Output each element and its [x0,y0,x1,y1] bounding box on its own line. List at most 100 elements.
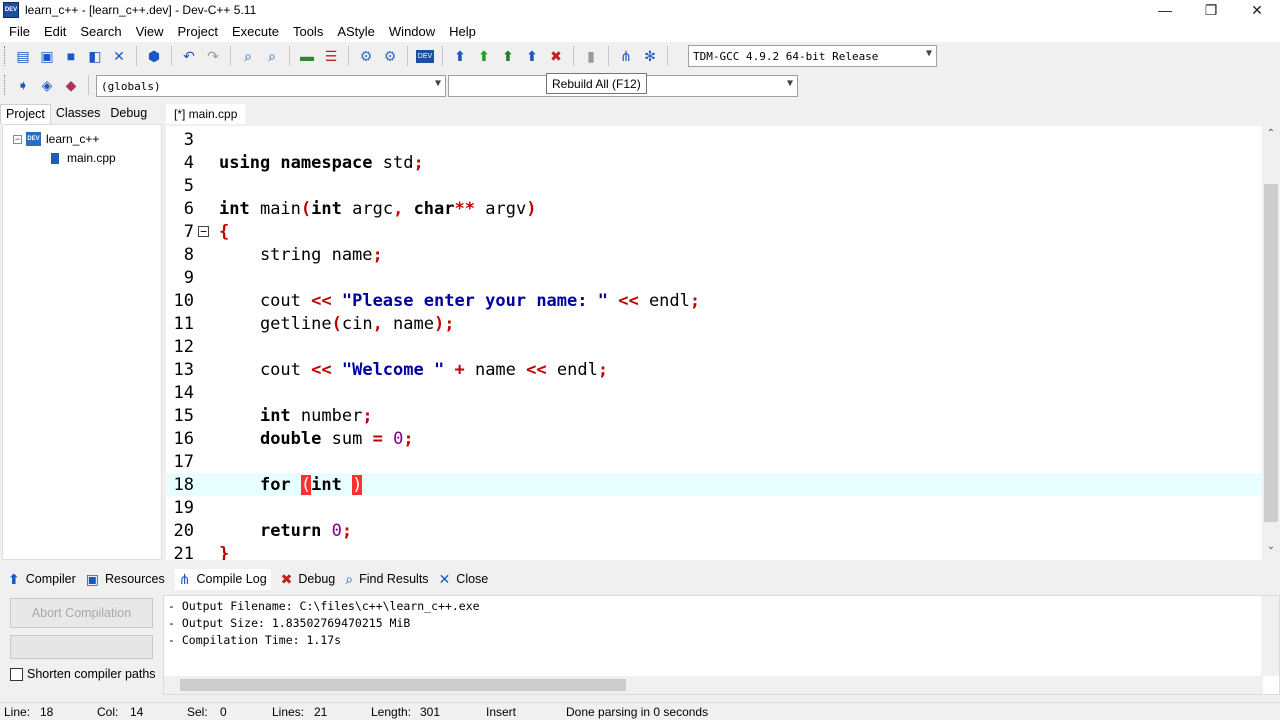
status-message: Done parsing in 0 seconds [566,705,709,719]
cpp-file-icon [51,152,59,164]
tab-compile-log[interactable]: ⋔ Compile Log [174,568,271,590]
code-line: 17 [166,450,1262,473]
line-number: 19 [173,497,194,518]
tab-close[interactable]: ✕ Close [439,571,489,588]
chevron-down-icon: ▼ [434,78,441,89]
code-line: 3 [166,128,1262,151]
print-icon[interactable]: ⬢ [144,45,164,67]
tab-debug[interactable]: Debug [105,104,152,124]
tab-compiler[interactable]: ⬆ Compiler [8,571,76,588]
compile-log-output[interactable]: - Output Filename: C:\files\c++\learn_c+… [163,595,1280,695]
profile-delete-icon[interactable]: ✻ [640,45,660,67]
undo-icon[interactable]: ↶ [179,45,199,67]
menu-astyle[interactable]: AStyle [330,24,382,39]
tree-project-node[interactable]: − DEV learn_c++ [13,132,99,146]
scroll-down-icon[interactable]: ⌄ [1262,541,1280,558]
line-number: 10 [173,290,194,311]
line-number: 8 [183,244,194,265]
tree-file-node[interactable]: main.cpp [51,151,116,165]
code-line: 13 cout << "Welcome " + name << endl; [166,358,1262,381]
menu-help[interactable]: Help [442,24,483,39]
line-number: 6 [183,198,194,219]
tab-resources[interactable]: ▣ Resources [86,571,165,588]
new-file-icon[interactable]: ▤ [13,45,33,67]
collapse-icon[interactable]: − [13,134,22,144]
tab-classes[interactable]: Classes [51,104,105,124]
tab-debug-bottom[interactable]: ✖ Debug [281,571,336,588]
menu-search[interactable]: Search [73,24,128,39]
goto-definition-icon[interactable]: ◈ [37,74,57,96]
menu-tools[interactable]: Tools [286,24,330,39]
class-browser-icon[interactable]: ◆ [61,74,81,96]
code-line: 12 [166,335,1262,358]
redo-icon[interactable]: ↷ [203,45,223,67]
close-window-button[interactable]: ✕ [1234,0,1280,20]
status-sel: 0 [220,705,227,719]
debug-toolbar-icon[interactable]: ✖ [546,45,566,67]
shorten-paths-option[interactable]: Shorten compiler paths [10,667,156,681]
save-icon[interactable]: ■ [61,45,81,67]
log-scroll-thumb[interactable] [180,679,626,691]
goto-declaration-icon[interactable]: ➧ [13,74,33,96]
dev-icon[interactable]: DEV [415,45,435,67]
project-new-icon[interactable]: ⚙ [356,45,376,67]
code-line: 20 return 0; [166,519,1262,542]
editor-tab-main-cpp[interactable]: [*] main.cpp [166,104,246,124]
open-icon[interactable]: ▣ [37,45,57,67]
line-number: 14 [173,382,194,403]
shorten-paths-checkbox[interactable] [10,667,23,681]
code-editor[interactable]: 3 4 using namespace std; 5 6 int main(in… [166,126,1280,560]
editor-scroll-thumb[interactable] [1264,184,1278,522]
compiler-select[interactable]: TDM-GCC 4.9.2 64-bit Release ▼ [688,45,937,67]
code-line: 15 int number; [166,404,1262,427]
editor-vertical-scrollbar[interactable]: ⌃ ⌄ [1262,126,1280,560]
rebuild-all-icon[interactable]: ⬆ [522,45,542,67]
status-sel-label: Sel: [187,705,208,719]
restore-button[interactable]: ❐ [1188,0,1234,20]
profile-icon[interactable]: ⋔ [616,45,636,67]
resources-icon: ▣ [85,570,99,587]
tab-project[interactable]: Project [0,104,51,124]
menu-project[interactable]: Project [171,24,225,39]
code-line: 4 using namespace std; [166,151,1262,174]
line-number: 17 [173,451,194,472]
left-panel-tabs: Project Classes Debug [0,102,160,124]
code-line: 7 − { [166,220,1262,243]
scroll-up-icon[interactable]: ⌃ [1262,128,1280,145]
log-line: - Compilation Time: 1.17s [168,633,342,647]
globals-select[interactable]: (globals) ▼ [96,75,446,97]
unindent-icon[interactable]: ☰ [321,45,341,67]
run-icon[interactable]: ⬆ [474,45,494,67]
menu-execute[interactable]: Execute [225,24,286,39]
minimize-button[interactable]: — [1142,0,1188,20]
window-title: learn_c++ - [learn_c++.dev] - Dev-C++ 5.… [25,3,257,17]
menu-edit[interactable]: Edit [37,24,73,39]
find-icon[interactable]: ⌕ [238,45,258,67]
line-number: 4 [183,152,194,173]
stop-icon[interactable]: ▮ [581,45,601,67]
code-line: 11 getline(cin, name); [166,312,1262,335]
replace-icon[interactable]: ⌕ [262,45,282,67]
abort-compilation-button[interactable]: Abort Compilation [10,598,153,628]
menu-file[interactable]: File [2,24,37,39]
project-tree: − DEV learn_c++ main.cpp [2,124,162,560]
project-options-icon[interactable]: ⚙ [380,45,400,67]
fold-collapse-icon[interactable]: − [198,226,209,237]
close-file-icon[interactable]: ✕ [109,45,129,67]
line-number: 20 [173,520,194,541]
status-lines: 21 [314,705,328,719]
find-results-icon: ⌕ [345,570,354,587]
compile-run-icon[interactable]: ⬆ [498,45,518,67]
tab-find-results[interactable]: ⌕ Find Results [345,571,428,588]
code-line: 5 [166,174,1262,197]
line-number: 9 [183,267,194,288]
title-bar: DEV learn_c++ - [learn_c++.dev] - Dev-C+… [0,0,1280,20]
log-horizontal-scrollbar[interactable] [164,676,1263,694]
log-vertical-scrollbar[interactable] [1261,596,1279,676]
menu-view[interactable]: View [129,24,171,39]
tab-resources-label: Resources [104,572,165,586]
indent-icon[interactable]: ▬ [297,45,317,67]
compile-icon[interactable]: ⬆ [450,45,470,67]
save-all-icon[interactable]: ◧ [85,45,105,67]
menu-window[interactable]: Window [382,24,442,39]
